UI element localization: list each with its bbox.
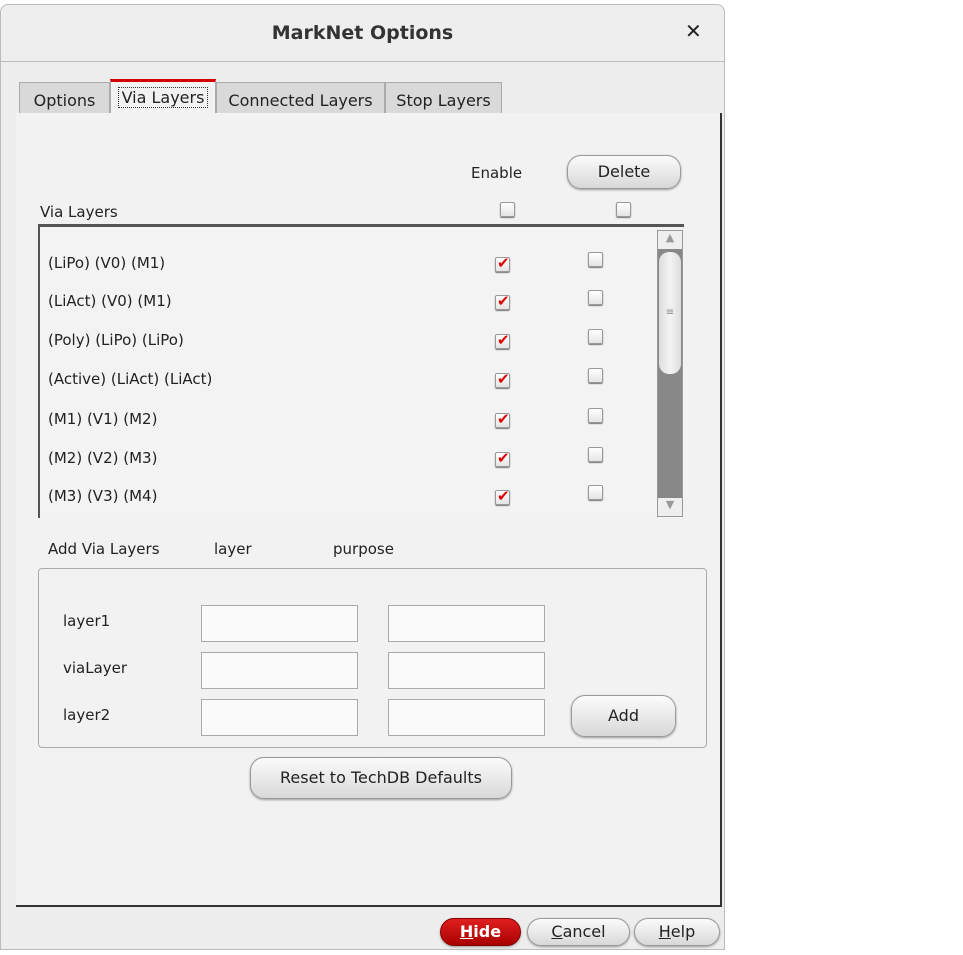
via-row-delete-checkbox[interactable]: [588, 252, 603, 267]
add-button[interactable]: Add: [571, 695, 676, 737]
enable-header: Enable: [471, 164, 523, 182]
via-row-label: (Active) (LiAct) (LiAct): [48, 370, 213, 388]
vialayer-label: viaLayer: [63, 659, 128, 677]
via-row-enable-checkbox[interactable]: [495, 449, 510, 467]
scroll-down-icon[interactable]: ▼: [658, 498, 682, 516]
via-row-label: (LiPo) (V0) (M1): [48, 254, 166, 272]
cancel-button[interactable]: Cancel: [527, 918, 630, 946]
scroll-up-icon[interactable]: ▲: [658, 231, 682, 249]
via-row-enable-checkbox[interactable]: [495, 254, 510, 272]
via-row-delete-checkbox[interactable]: [588, 290, 603, 305]
add-via-layers-label: Add Via Layers: [48, 540, 160, 558]
via-row-delete-checkbox[interactable]: [588, 408, 603, 423]
via-row-label: (LiAct) (V0) (M1): [48, 292, 172, 310]
via-layers-label: Via Layers: [40, 203, 118, 221]
layer1-layer-input[interactable]: [201, 605, 358, 642]
via-row-enable-checkbox[interactable]: [495, 292, 510, 310]
window-title: MarkNet Options: [271, 22, 454, 44]
delete-all-checkbox[interactable]: [616, 202, 631, 217]
close-icon[interactable]: ✕: [685, 19, 702, 43]
via-row-label: (Poly) (LiPo) (LiPo): [48, 331, 184, 349]
tab-via-layers[interactable]: Via Layers: [110, 79, 216, 114]
tab-stop-layers[interactable]: Stop Layers: [385, 82, 502, 113]
scroll-thumb[interactable]: ≡: [659, 252, 681, 374]
tab-options[interactable]: Options: [19, 82, 110, 113]
layer1-label: layer1: [63, 612, 111, 630]
tab-connected-layers[interactable]: Connected Layers: [216, 82, 385, 113]
via-row-enable-checkbox[interactable]: [495, 331, 510, 349]
purpose-column-label: purpose: [333, 540, 394, 558]
layer2-purpose-input[interactable]: [388, 699, 545, 736]
vialayer-purpose-input[interactable]: [388, 652, 545, 689]
via-row-label: (M1) (V1) (M2): [48, 410, 158, 428]
via-row-enable-checkbox[interactable]: [495, 410, 510, 428]
scrollbar[interactable]: ▲ ≡ ▼: [657, 230, 683, 517]
layer2-layer-input[interactable]: [201, 699, 358, 736]
reset-techdb-defaults-button[interactable]: Reset to TechDB Defaults: [250, 757, 512, 799]
via-row-delete-checkbox[interactable]: [588, 485, 603, 500]
via-row-delete-checkbox[interactable]: [588, 329, 603, 344]
via-row-label: (M3) (V3) (M4): [48, 487, 158, 505]
via-row-label: (M2) (V2) (M3): [48, 449, 158, 467]
vialayer-layer-input[interactable]: [201, 652, 358, 689]
enable-all-checkbox[interactable]: [500, 202, 515, 217]
layer1-purpose-input[interactable]: [388, 605, 545, 642]
via-row-delete-checkbox[interactable]: [588, 447, 603, 462]
layer2-label: layer2: [63, 706, 111, 724]
layer-column-label: layer: [214, 540, 252, 558]
delete-button[interactable]: Delete: [567, 155, 681, 189]
via-row-enable-checkbox[interactable]: [495, 370, 510, 388]
title-bar: MarkNet Options ✕: [1, 5, 724, 62]
help-button[interactable]: Help: [634, 918, 720, 946]
hide-button[interactable]: Hide: [440, 918, 521, 946]
via-row-delete-checkbox[interactable]: [588, 368, 603, 383]
via-row-enable-checkbox[interactable]: [495, 487, 510, 505]
